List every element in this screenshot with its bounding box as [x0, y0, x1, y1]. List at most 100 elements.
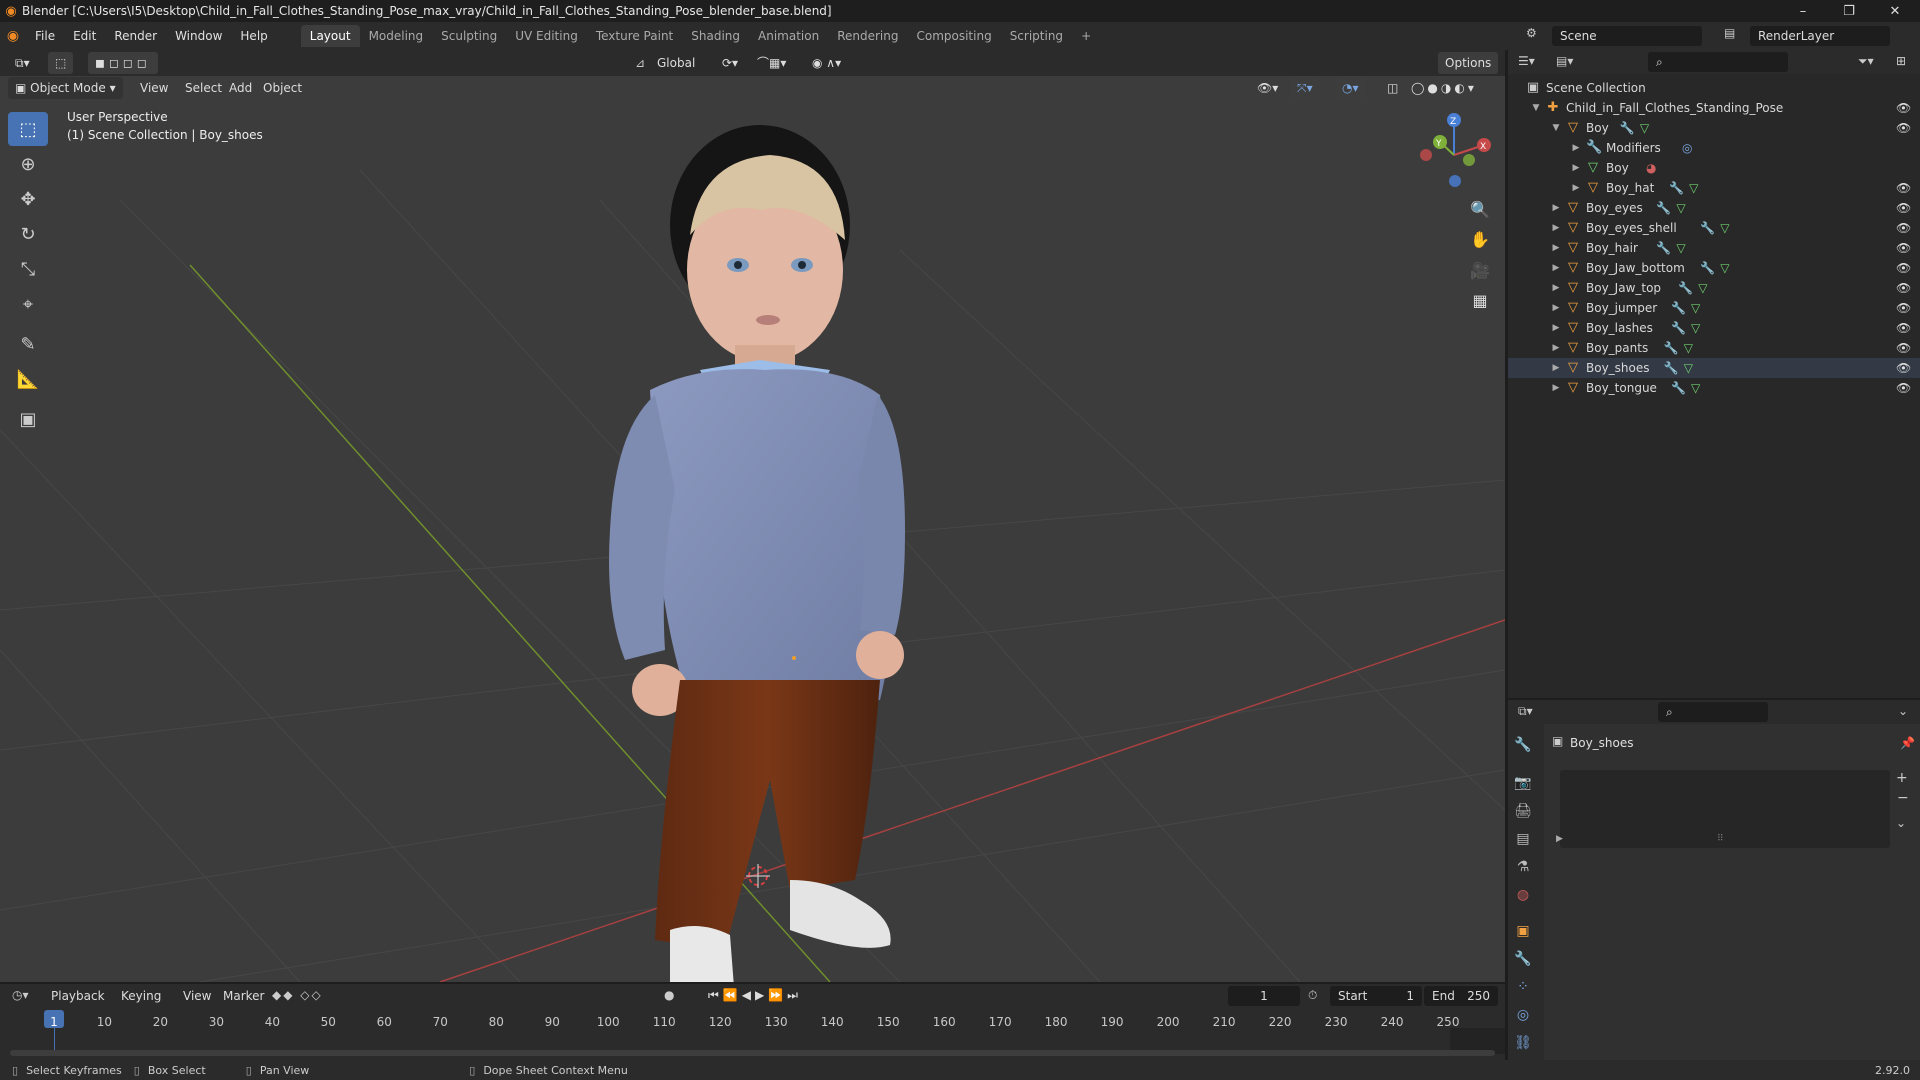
timeline-editor-icon[interactable]: ◷▾	[12, 988, 29, 1002]
object-tab-icon[interactable]: ▣	[1508, 918, 1538, 944]
particles-tab-icon[interactable]: ⁘	[1508, 974, 1538, 1000]
measure-tool-icon[interactable]: 📐	[8, 362, 48, 396]
tool-tab-icon[interactable]: 🔧	[1508, 732, 1538, 758]
outliner-row[interactable]: ▶ ▽ Boy_hair 🔧 ▽ 👁	[1508, 238, 1920, 258]
expand-arrow-icon[interactable]: ▶	[1550, 263, 1562, 273]
outliner-row[interactable]: ▶ ▽ Boy_Jaw_bottom 🔧 ▽ 👁	[1508, 258, 1920, 278]
timeline-menu-playback[interactable]: Playback	[44, 985, 112, 1007]
outliner-row[interactable]: ▶ ▽ Boy_eyes_shell 🔧 ▽ 👁	[1508, 218, 1920, 238]
tab-texture-paint[interactable]: Texture Paint	[587, 25, 682, 47]
expand-arrow-icon[interactable]: ▶	[1550, 343, 1562, 353]
visibility-eye-icon[interactable]: 👁	[1896, 281, 1911, 295]
zoom-icon[interactable]: 🔍	[1466, 195, 1494, 223]
modifier-wrench-icon[interactable]: 🔧	[1700, 261, 1715, 275]
mesh-data-icon[interactable]: ▽	[1689, 181, 1698, 195]
tab-sculpting[interactable]: Sculpting	[432, 25, 506, 47]
properties-search-input[interactable]: ⌕	[1658, 702, 1768, 722]
outliner-row[interactable]: ▼ ✚ Child_in_Fall_Clothes_Standing_Pose 👁	[1508, 98, 1920, 118]
tab-layout[interactable]: Layout	[300, 25, 360, 47]
tab-scripting[interactable]: Scripting	[1001, 25, 1072, 47]
snap-icon[interactable]: ⌒▦▾	[750, 52, 793, 74]
mesh-data-icon[interactable]: ▽	[1676, 241, 1685, 255]
remove-slot-icon[interactable]: −	[1897, 790, 1909, 806]
modifier-wrench-icon[interactable]: 🔧	[1700, 221, 1715, 235]
mesh-data-icon[interactable]: ▽	[1691, 381, 1700, 395]
mesh-data-icon[interactable]: ▽	[1684, 341, 1693, 355]
mesh-data-icon[interactable]: ▽	[1640, 121, 1649, 135]
tab-uv-editing[interactable]: UV Editing	[506, 25, 587, 47]
expand-arrow-icon[interactable]: ▶	[1550, 303, 1562, 313]
visibility-eye-icon[interactable]: 👁	[1896, 121, 1911, 135]
menu-help[interactable]: Help	[231, 22, 276, 50]
visibility-eye-icon[interactable]: 👁	[1896, 381, 1911, 395]
options-dropdown[interactable]: Options	[1438, 52, 1499, 74]
shading-mode-icons[interactable]: ◯●◑◐▾	[1404, 77, 1484, 99]
outliner-row[interactable]: ▶ 🔧 Modifiers ◎	[1508, 138, 1920, 158]
3d-viewport[interactable]: Z X Y User Perspective (1) Scene Collect…	[0, 50, 1505, 982]
mesh-data-icon[interactable]: ▽	[1684, 361, 1693, 375]
visibility-eye-icon[interactable]: 👁	[1896, 181, 1911, 195]
expand-arrow-icon[interactable]: ▶	[1550, 283, 1562, 293]
timeline-menu-keying[interactable]: Keying	[114, 985, 168, 1007]
output-tab-icon[interactable]: 🖨	[1508, 798, 1538, 824]
mesh-data-icon[interactable]: ▽	[1720, 261, 1729, 275]
pan-hand-icon[interactable]: ✋	[1466, 225, 1494, 253]
end-frame-field[interactable]: End 250	[1424, 986, 1498, 1006]
visibility-icon[interactable]: 👁▾	[1250, 77, 1285, 99]
pin-icon[interactable]: 📌	[1900, 736, 1915, 750]
collapse-arrow-icon[interactable]: ▼	[1530, 103, 1542, 113]
scene-name-field[interactable]: Scene	[1552, 26, 1702, 46]
outliner-row[interactable]: ▶ ▽ Boy_pants 🔧 ▽ 👁	[1508, 338, 1920, 358]
physics-tab-icon[interactable]: ◎	[1508, 1002, 1538, 1028]
modifier-wrench-icon[interactable]: 🔧	[1671, 301, 1686, 315]
timeline-scrollbar[interactable]	[10, 1050, 1495, 1056]
blender-menu-icon[interactable]: ◉	[0, 28, 26, 44]
outliner-row[interactable]: ▶ ▽ Boy_hat 🔧 ▽ 👁	[1508, 178, 1920, 198]
world-tab-icon[interactable]: ◍	[1508, 882, 1538, 908]
navigation-gizmo[interactable]: Z X Y	[1420, 113, 1491, 187]
add-cube-tool-icon[interactable]: ▣	[8, 402, 48, 436]
modifier-wrench-icon[interactable]: 🔧	[1678, 281, 1693, 295]
modifier-wrench-icon[interactable]: 🔧	[1671, 321, 1686, 335]
keyframe-icons[interactable]: ◆◆ ◇◇	[272, 988, 323, 1002]
visibility-eye-icon[interactable]: 👁	[1896, 301, 1911, 315]
3d-cursor[interactable]	[746, 864, 770, 888]
modifier-wrench-icon[interactable]: 🔧	[1656, 201, 1671, 215]
new-collection-icon[interactable]: ⊞	[1896, 54, 1906, 68]
outliner-row[interactable]: ▶ ▽ Boy ◕	[1508, 158, 1920, 178]
restore-button[interactable]: ❐	[1826, 0, 1872, 22]
pivot-point-icon[interactable]: ⟳▾	[715, 52, 745, 74]
slot-specials-icon[interactable]: ⌄	[1896, 816, 1906, 830]
modifier-wrench-icon[interactable]: 🔧	[1620, 121, 1635, 135]
outliner-row[interactable]: ▶ ▽ Boy_jumper 🔧 ▽ 👁	[1508, 298, 1920, 318]
expand-arrow-icon[interactable]: ▶	[1556, 834, 1563, 844]
tab-shading[interactable]: Shading	[682, 25, 749, 47]
visibility-eye-icon[interactable]: 👁	[1896, 341, 1911, 355]
scale-tool-icon[interactable]: ⤡	[8, 252, 48, 286]
outliner-row[interactable]: ▼ ▽ Boy 🔧 ▽ 👁	[1508, 118, 1920, 138]
modifier-wrench-icon[interactable]: 🔧	[1656, 241, 1671, 255]
modifier-wrench-icon[interactable]: 🔧	[1664, 341, 1679, 355]
outliner-search-input[interactable]: ⌕	[1648, 52, 1788, 72]
visibility-eye-icon[interactable]: 👁	[1896, 321, 1911, 335]
outliner-row[interactable]: ▶ ▽ Boy_eyes 🔧 ▽ 👁	[1508, 198, 1920, 218]
visibility-eye-icon[interactable]: 👁	[1896, 221, 1911, 235]
annotate-tool-icon[interactable]: ✎	[8, 327, 48, 361]
expand-arrow-icon[interactable]: ▶	[1570, 163, 1582, 173]
perspective-grid-icon[interactable]: ▦	[1466, 286, 1494, 314]
mesh-data-icon[interactable]: ▽	[1691, 301, 1700, 315]
select-box-tool-icon[interactable]: ⬚	[8, 112, 48, 146]
select-tool-icon[interactable]: ⬚	[48, 52, 74, 74]
modifier-icon[interactable]: ◎	[1682, 141, 1692, 155]
camera-view-icon[interactable]: 🎥	[1466, 256, 1494, 284]
selection-mode-icons[interactable]: ◼◻◻◻	[88, 52, 158, 74]
visibility-eye-icon[interactable]: 👁	[1896, 201, 1911, 215]
scene-tab-icon[interactable]: ⚗	[1508, 854, 1538, 880]
outliner-row[interactable]: ▶ ▽ Boy_shoes 🔧 ▽ 👁	[1508, 358, 1920, 378]
view-layer-tab-icon[interactable]: ▤	[1508, 826, 1538, 852]
menu-edit[interactable]: Edit	[64, 22, 105, 50]
visibility-eye-icon[interactable]: 👁	[1896, 241, 1911, 255]
expand-arrow-icon[interactable]: ▶	[1550, 383, 1562, 393]
move-tool-icon[interactable]: ✥	[8, 182, 48, 216]
menu-render[interactable]: Render	[105, 22, 166, 50]
